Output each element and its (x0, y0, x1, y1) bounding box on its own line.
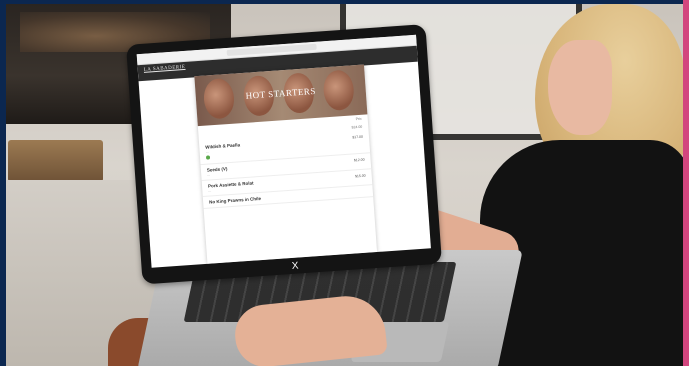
site-logo[interactable]: LA SABADERIE (144, 65, 186, 73)
frame-border-right (683, 0, 689, 366)
laptop-screen: LA SABADERIE HOT STARTERS Prix $24.00 Wi… (126, 24, 443, 285)
menu-item-price: $15.00 (354, 173, 366, 179)
photo-scene: LA SABADERIE HOT STARTERS Prix $24.00 Wi… (0, 0, 689, 366)
menu-panel: HOT STARTERS Prix $24.00 Wildish & Paell… (194, 64, 378, 264)
website-viewport: LA SABADERIE HOT STARTERS Prix $24.00 Wi… (136, 34, 431, 268)
vegetarian-icon (205, 155, 211, 160)
frame-border-left (0, 0, 6, 366)
firewood (8, 140, 103, 182)
close-icon[interactable]: X (291, 261, 298, 272)
menu-item-price: $12.00 (353, 157, 365, 163)
frame-border-top (0, 0, 689, 4)
menu-item-price: $17.00 (352, 134, 364, 140)
woman-face (548, 40, 612, 135)
